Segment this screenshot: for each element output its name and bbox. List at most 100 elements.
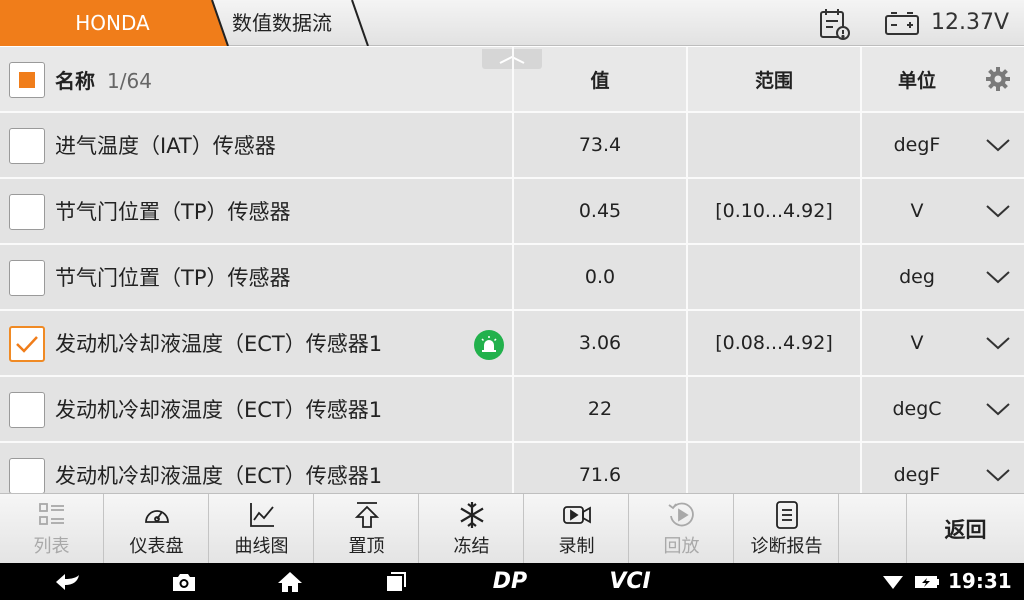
list-label: 列表 — [33, 536, 70, 557]
unit-dropdown[interactable] — [972, 113, 1024, 177]
chevron-down-icon — [986, 403, 1010, 416]
battery-status — [912, 563, 942, 600]
gauge-button[interactable]: 仪表盘 — [105, 494, 209, 564]
settings-button[interactable] — [972, 47, 1024, 111]
row-checkbox[interactable] — [9, 392, 45, 428]
breadcrumb-brand[interactable]: HONDA — [0, 0, 230, 46]
row-value: 71.6 — [578, 464, 622, 486]
diagnostic-report-icon[interactable] — [818, 7, 852, 41]
chevron-down-icon — [986, 271, 1010, 284]
unit-dropdown[interactable] — [972, 179, 1024, 243]
row-unit: V — [910, 200, 924, 222]
row-unit: deg — [899, 266, 935, 288]
list-icon — [38, 503, 64, 525]
clock: 19:31 — [948, 569, 1012, 593]
row-range — [688, 443, 860, 493]
pin-to-top-icon — [354, 502, 379, 528]
vci-button[interactable]: VCI — [600, 563, 660, 600]
row-name: 进气温度（IAT）传感器 — [55, 134, 276, 158]
list-button[interactable]: 列表 — [0, 494, 104, 564]
gauge-label: 仪表盘 — [129, 536, 184, 557]
row-unit: degF — [893, 464, 941, 486]
chevron-down-icon — [986, 205, 1010, 218]
camera-icon — [173, 573, 195, 591]
row-unit: degC — [892, 398, 942, 420]
header-name-cell: 名称 1/64 — [0, 47, 512, 111]
recent-apps-icon — [387, 571, 406, 591]
row-checkbox-checked[interactable] — [9, 326, 45, 362]
record-button[interactable]: 录制 — [525, 494, 629, 564]
line-chart-icon — [249, 503, 274, 527]
header-name-group: 名称 1/64 — [55, 65, 152, 94]
row-name: 发动机冷却液温度（ECT）传感器1 — [55, 398, 383, 422]
header-name-label: 名称 — [55, 68, 95, 93]
nav-screenshot-button[interactable] — [168, 563, 200, 600]
row-value: 0.0 — [584, 266, 616, 288]
playback-icon — [667, 502, 694, 527]
alarm-light-icon[interactable] — [474, 330, 504, 360]
diagnostic-report-button[interactable]: 诊断报告 — [735, 494, 839, 564]
wifi-icon — [883, 575, 903, 589]
column-divider — [512, 47, 514, 493]
dp-logo-text: DP — [492, 569, 528, 594]
gear-icon — [986, 67, 1010, 91]
row-name: 节气门位置（TP）传感器 — [55, 266, 291, 290]
video-record-icon — [562, 506, 591, 524]
row-value: 73.4 — [578, 134, 622, 156]
nav-back-button[interactable] — [48, 563, 88, 600]
row-unit: degF — [893, 134, 941, 156]
checkmark-icon — [16, 336, 38, 353]
report-icon — [775, 501, 798, 529]
row-value: 0.45 — [578, 200, 622, 222]
header-unit: 单位 — [897, 69, 936, 92]
gauge-icon — [144, 510, 169, 523]
unit-dropdown[interactable] — [972, 443, 1024, 493]
dp-logo[interactable]: DP — [480, 563, 540, 600]
wifi-status — [880, 563, 906, 600]
pin-top-button[interactable]: 置顶 — [315, 494, 419, 564]
pin-top-label: 置顶 — [348, 536, 385, 557]
home-icon — [278, 571, 302, 592]
record-label: 录制 — [558, 536, 595, 557]
top-bar: HONDA 数值数据流 12.37V — [0, 0, 1024, 46]
data-stream-table: 名称 1/64 值 范围 单位 进气温度（IAT）传感器 73.4 degF 节… — [0, 47, 1024, 493]
column-divider — [686, 47, 688, 493]
nav-home-button[interactable] — [274, 563, 306, 600]
row-unit: V — [910, 332, 924, 354]
row-checkbox[interactable] — [9, 194, 45, 230]
unit-dropdown[interactable] — [972, 245, 1024, 309]
graph-button[interactable]: 曲线图 — [210, 494, 314, 564]
freeze-button[interactable]: 冻结 — [420, 494, 524, 564]
freeze-label: 冻结 — [453, 536, 490, 557]
row-name: 发动机冷却液温度（ECT）传感器1 — [55, 332, 383, 356]
header-range: 范围 — [754, 69, 793, 92]
battery-charging-icon — [915, 575, 939, 588]
row-name: 发动机冷却液温度（ECT）传感器1 — [55, 464, 383, 488]
back-button[interactable]: 返回 — [906, 494, 1024, 564]
row-checkbox[interactable] — [9, 128, 45, 164]
select-all-checkbox[interactable] — [9, 62, 45, 98]
chevron-down-icon — [986, 337, 1010, 350]
chevron-down-icon — [986, 469, 1010, 482]
row-checkbox[interactable] — [9, 260, 45, 296]
vci-label: VCI — [609, 569, 651, 594]
snowflake-icon — [459, 502, 484, 528]
playback-button[interactable]: 回放 — [630, 494, 734, 564]
page-title: 数值数据流 — [232, 11, 332, 35]
row-range: [0.08...4.92] — [715, 332, 833, 354]
item-count: 1/64 — [107, 68, 152, 93]
row-name: 节气门位置（TP）传感器 — [55, 200, 291, 224]
unit-dropdown[interactable] — [972, 377, 1024, 441]
android-nav-bar: DP VCI 19:31 — [0, 563, 1024, 600]
row-range — [688, 113, 860, 177]
chevron-down-icon — [986, 139, 1010, 152]
row-value: 22 — [587, 398, 613, 420]
column-divider — [860, 47, 862, 493]
nav-recents-button[interactable] — [380, 563, 412, 600]
back-arrow-icon — [56, 573, 79, 590]
row-checkbox[interactable] — [9, 458, 45, 493]
playback-label: 回放 — [663, 536, 700, 557]
row-range: [0.10...4.92] — [715, 200, 833, 222]
battery-icon — [884, 10, 920, 36]
unit-dropdown[interactable] — [972, 311, 1024, 375]
